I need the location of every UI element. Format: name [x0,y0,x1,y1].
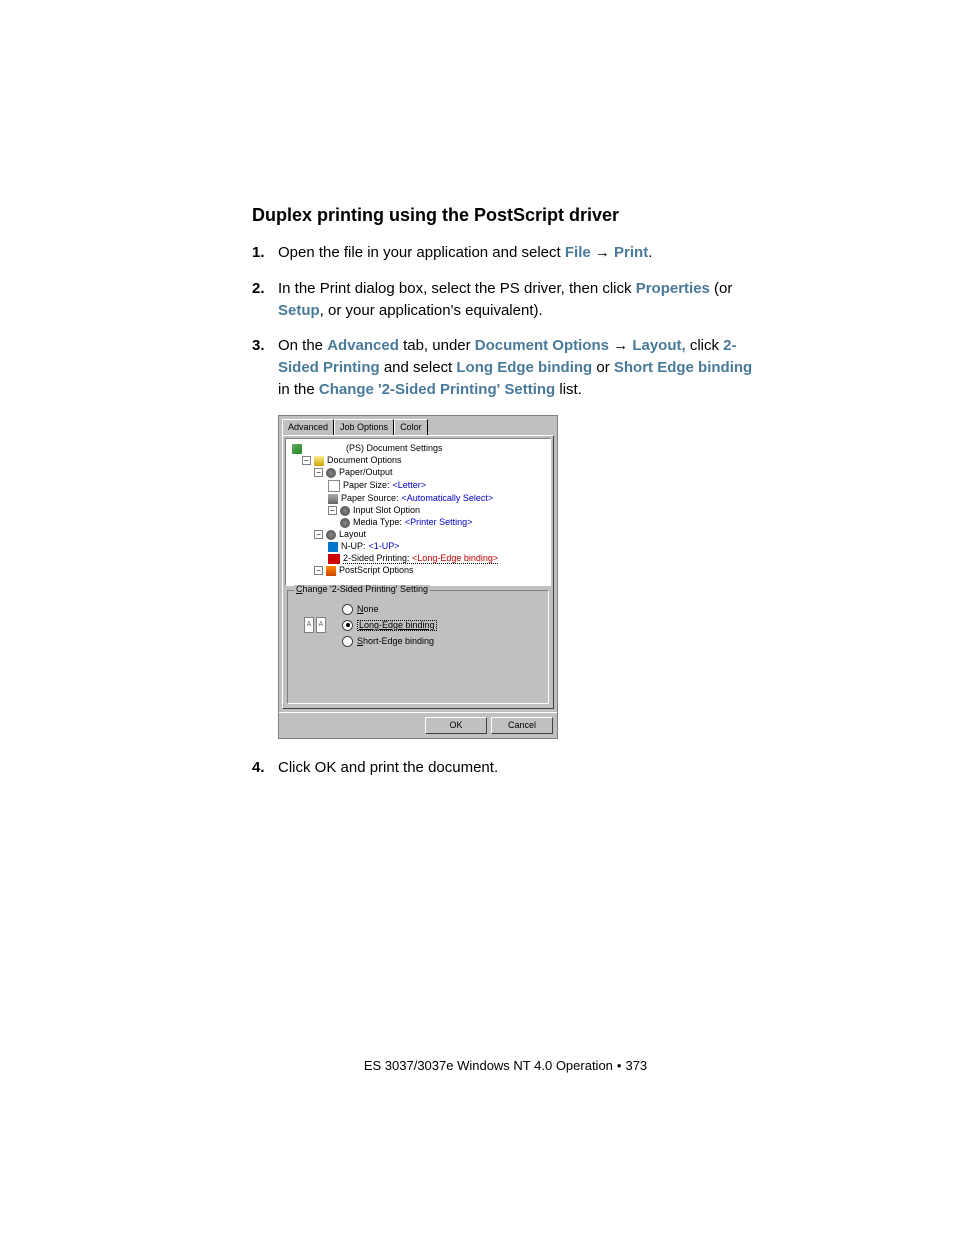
expander-icon[interactable]: − [302,456,311,465]
tree-document-options: −Document Options [292,455,544,467]
tab-color[interactable]: Color [394,419,428,435]
step-1: 1. Open the file in your application and… [252,242,759,264]
step-number: 1. [252,242,278,264]
binding-preview-icon: AA [304,617,326,633]
page-number: 373 [625,1058,647,1073]
tab-job-options[interactable]: Job Options [334,419,394,435]
expander-icon[interactable]: − [314,468,323,477]
radio-icon [342,604,353,615]
radio-short-edge[interactable]: Short-Edge binding [342,635,542,651]
tab-advanced[interactable]: Advanced [282,419,334,435]
step-body: In the Print dialog box, select the PS d… [278,278,759,322]
tree-media-type: Media Type: <Printer Setting> [292,517,544,529]
short-edge-text: Short Edge binding [614,359,752,376]
page-footer: ES 3037/3037e Windows NT 4.0 Operation•3… [252,1058,759,1073]
tree-postscript-options: −PostScript Options [292,565,544,577]
print-properties-dialog: Advanced Job Options Color (PS) Document… [278,415,558,739]
step-number: 2. [252,278,278,322]
radio-long-edge[interactable]: Long-Edge binding [342,619,542,635]
folder-icon [314,456,324,466]
tab-bar: Advanced Job Options Color [279,416,557,435]
tree-layout: −Layout [292,529,544,541]
step-number: 4. [252,757,278,779]
duplex-icon [328,554,340,564]
step-3: 3. On the Advanced tab, under Document O… [252,335,759,400]
ok-button[interactable]: OK [425,717,487,734]
step-4: 4. Click OK and print the document. [252,757,759,779]
tree-nup: N-UP: <1-UP> [292,541,544,553]
gear-icon [326,530,336,540]
layout-text: Layout, [632,337,685,354]
settings-tree[interactable]: (PS) Document Settings −Document Options… [285,438,551,586]
expander-icon[interactable]: − [328,506,337,515]
step-body: Click OK and print the document. [278,757,759,779]
advanced-text: Advanced [327,337,399,354]
gear-icon [326,468,336,478]
steps-list: 1. Open the file in your application and… [252,242,759,401]
printer-icon [292,444,302,454]
expander-icon[interactable]: − [314,566,323,575]
tree-paper-output: −Paper/Output [292,467,544,479]
postscript-icon [326,566,336,576]
print-text: Print [614,244,648,261]
tree-two-sided: 2-Sided Printing: <Long-Edge binding> [292,553,544,565]
file-menu-text: File [565,244,591,261]
nup-icon [328,542,338,552]
document-options-text: Document Options [475,337,609,354]
gear-icon [340,506,350,516]
change-setting-text: Change '2-Sided Printing' Setting [319,381,555,398]
change-two-sided-group: Change '2-Sided Printing' Setting AA Non… [287,590,549,704]
tree-root: (PS) Document Settings [292,443,544,455]
steps-list-continued: 4. Click OK and print the document. [252,757,759,779]
radio-icon [342,636,353,647]
tree-input-slot: −Input Slot Option [292,505,544,517]
long-edge-text: Long Edge binding [456,359,592,376]
tray-icon [328,494,338,504]
cancel-button[interactable]: Cancel [491,717,553,734]
group-label: Change '2-Sided Printing' Setting [294,585,430,594]
properties-text: Properties [636,280,710,297]
radio-none[interactable]: None [342,603,542,619]
step-body: Open the file in your application and se… [278,242,759,264]
tree-paper-size: Paper Size: <Letter> [292,479,544,493]
step-body: On the Advanced tab, under Document Opti… [278,335,759,400]
step-number: 3. [252,335,278,400]
expander-icon[interactable]: − [314,530,323,539]
step-2: 2. In the Print dialog box, select the P… [252,278,759,322]
gear-icon [340,518,350,528]
setup-text: Setup [278,302,320,319]
page-icon [328,480,340,492]
radio-icon [342,620,353,631]
tree-paper-source: Paper Source: <Automatically Select> [292,493,544,505]
section-heading: Duplex printing using the PostScript dri… [252,205,759,226]
